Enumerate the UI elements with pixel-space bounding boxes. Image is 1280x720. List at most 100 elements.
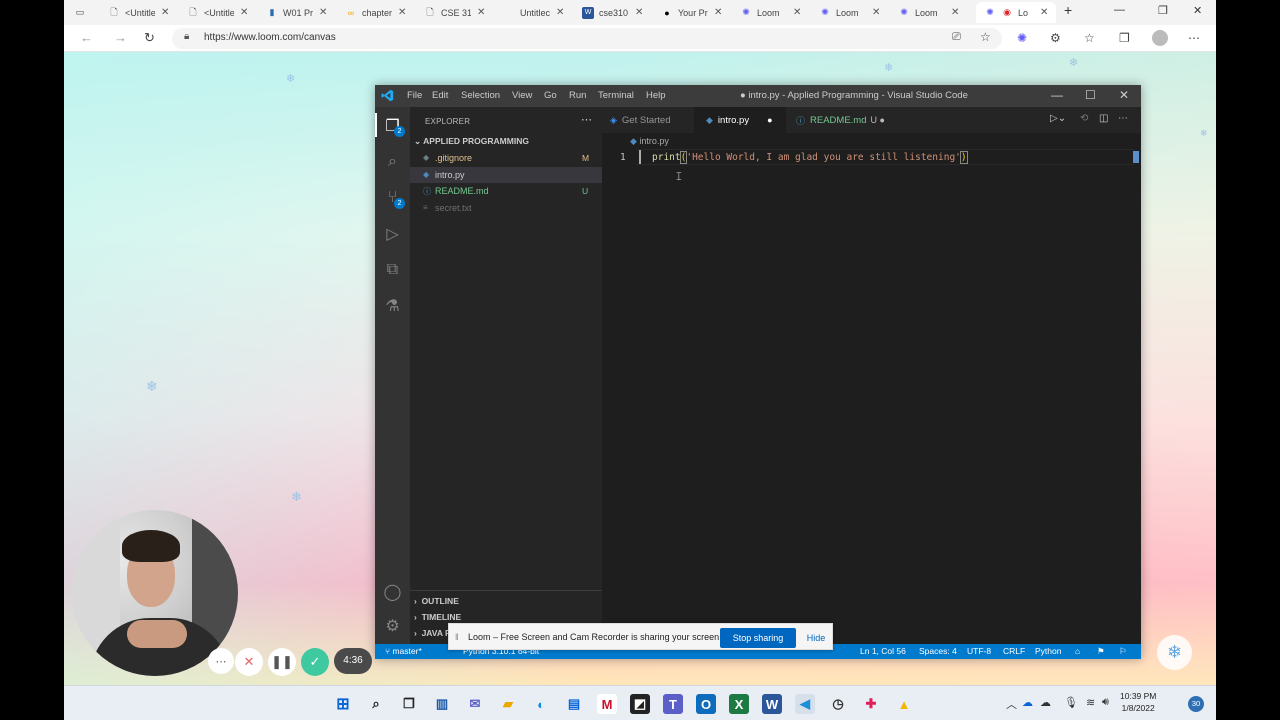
close-window-icon[interactable]: ✕ — [1119, 88, 1129, 102]
onedrive-icon[interactable]: ☁ — [1022, 696, 1033, 709]
favorites-icon[interactable]: ☆ — [1084, 31, 1095, 45]
close-window-icon[interactable]: ✕ — [1193, 4, 1202, 17]
browser-tab[interactable]: 🗋 CSE 31 ✕ — [416, 2, 485, 23]
close-icon[interactable]: ✕ — [161, 7, 169, 18]
close-icon[interactable]: ✕ — [1040, 7, 1048, 18]
extensions-icon[interactable]: ⚙ — [1050, 31, 1061, 45]
cancel-recording-icon[interactable]: ✕ — [235, 648, 263, 676]
language-mode[interactable]: Python — [1035, 646, 1061, 656]
split-editor-icon[interactable]: ◫ — [1099, 113, 1108, 124]
run-debug-icon[interactable]: ▷ — [382, 223, 403, 244]
testing-icon[interactable]: ⚗ — [382, 295, 403, 316]
restore-icon[interactable]: ❐ — [1158, 4, 1168, 17]
pause-icon[interactable]: ❚❚ — [268, 648, 296, 676]
tab-get-started[interactable]: ◈ Get Started — [602, 107, 694, 133]
search-icon[interactable]: ⌕ — [382, 151, 403, 172]
browser-tab[interactable]: 🗋 <Untitle ✕ — [179, 2, 248, 23]
chevron-up-icon[interactable]: ︿ — [1006, 696, 1017, 712]
cloud-icon[interactable]: ☁ — [1040, 696, 1051, 709]
more-icon[interactable]: ⋯ — [1188, 31, 1200, 45]
scrollbar[interactable] — [1133, 151, 1139, 163]
avatar[interactable] — [1152, 30, 1168, 46]
hide-button[interactable]: Hide — [802, 628, 830, 648]
maximize-icon[interactable]: ☐ — [1085, 88, 1096, 102]
browser-tab[interactable]: ● Your Pr ✕ — [653, 2, 722, 23]
menu-view[interactable]: View — [512, 90, 532, 101]
feedback-icon[interactable]: ⌂ — [1075, 646, 1080, 656]
vscode-taskbar-icon[interactable]: ◀ — [795, 694, 815, 714]
close-icon[interactable]: ✕ — [398, 7, 406, 18]
file-explorer-icon[interactable]: ▰ — [498, 694, 518, 714]
encoding[interactable]: UTF-8 — [967, 646, 991, 656]
run-icon[interactable]: ▷⌄ — [1050, 113, 1066, 124]
line-ending[interactable]: CRLF — [1003, 646, 1025, 656]
notification-badge[interactable]: 30 — [1188, 696, 1204, 712]
teams-icon[interactable]: T — [663, 694, 683, 714]
compare-icon[interactable]: ⟲ — [1080, 113, 1088, 124]
mcafee-icon[interactable]: M — [597, 694, 617, 714]
browser-tab[interactable]: Untitlec ✕ — [495, 2, 564, 23]
indentation[interactable]: Spaces: 4 — [919, 646, 957, 656]
finish-recording-icon[interactable]: ✓ — [301, 648, 329, 676]
clock-app-icon[interactable]: ◷ — [828, 694, 848, 714]
back-icon[interactable]: ← — [80, 30, 93, 45]
java-projects-section[interactable]: › JAVA P — [414, 628, 451, 638]
stop-sharing-button[interactable]: Stop sharing — [720, 628, 796, 648]
cursor-position[interactable]: Ln 1, Col 56 — [860, 646, 906, 656]
branch-status[interactable]: ⑂ master* — [385, 646, 422, 656]
browser-tab[interactable]: ▮ W01 Pr ✕ — [258, 2, 328, 23]
widgets-icon[interactable]: ▥ — [432, 694, 452, 714]
bell-icon[interactable]: ⚐ — [1119, 646, 1127, 657]
forward-icon[interactable]: → — [114, 30, 127, 45]
microphone-icon[interactable]: 🎙︎ — [1064, 696, 1078, 709]
tab-readme[interactable]: ⓘ README.md U ● — [786, 107, 898, 133]
file-readme[interactable]: ⓘ README.md U — [410, 183, 602, 199]
extensions-icon[interactable]: ⧉ — [382, 259, 403, 280]
chat-icon[interactable]: ✉ — [465, 694, 485, 714]
task-view-icon[interactable]: ❐ — [399, 694, 419, 714]
drive-icon[interactable]: ▲ — [894, 694, 914, 714]
close-icon[interactable]: ✕ — [872, 7, 880, 18]
drag-handle-icon[interactable]: ‖ — [455, 632, 459, 642]
clock[interactable]: 10:39 PM 1/8/2022 — [1120, 690, 1156, 714]
close-icon[interactable]: ✕ — [793, 7, 801, 18]
menu-selection[interactable]: Selection — [461, 90, 500, 101]
outline-section[interactable]: › OUTLINE — [414, 596, 459, 606]
loom-extension-icon[interactable]: ✺ — [1017, 31, 1027, 45]
code-line[interactable]: print('Hello World, I am glad you are st… — [652, 151, 968, 164]
favorite-icon[interactable]: ☆ — [980, 30, 991, 44]
menu-go[interactable]: Go — [544, 90, 557, 101]
slack-icon[interactable]: ✚ — [861, 694, 881, 714]
file-intro-py[interactable]: ◆ intro.py — [410, 167, 602, 183]
close-icon[interactable]: ✕ — [714, 7, 722, 18]
browser-tab[interactable]: ✺ Loom ✕ — [732, 2, 801, 23]
collections-icon[interactable]: ❐ — [1119, 31, 1130, 45]
close-icon[interactable]: ✕ — [635, 7, 643, 18]
menu-run[interactable]: Run — [569, 90, 586, 101]
timeline-section[interactable]: › TIMELINE — [414, 612, 461, 622]
browser-tab-active[interactable]: ✺ ◉ Lo ✕ — [976, 2, 1056, 23]
outlook-icon[interactable]: O — [696, 694, 716, 714]
excel-icon[interactable]: X — [729, 694, 749, 714]
browser-tab[interactable]: Wcse310 ✕ — [574, 2, 643, 23]
close-icon[interactable]: ✕ — [477, 7, 485, 18]
close-icon[interactable]: ✕ — [556, 7, 564, 18]
wifi-icon[interactable]: ≋ — [1086, 696, 1095, 709]
breadcrumb[interactable]: ◆ intro.py — [630, 136, 669, 147]
app-icon[interactable]: ◩ — [630, 694, 650, 714]
menu-edit[interactable]: Edit — [432, 90, 448, 101]
more-actions-icon[interactable]: ⋯ — [1118, 113, 1128, 124]
manage-gear-icon[interactable]: ⚙ — [382, 615, 403, 636]
store-icon[interactable]: ▤ — [564, 694, 584, 714]
browser-tab[interactable]: ✺ Loom ✕ — [890, 2, 959, 23]
word-icon[interactable]: W — [762, 694, 782, 714]
file-gitignore[interactable]: ◆ .gitignore M — [410, 150, 602, 166]
close-icon[interactable]: ✕ — [951, 7, 959, 18]
file-secret[interactable]: ≡ secret.txt — [410, 200, 602, 216]
minimize-icon[interactable]: — — [1114, 4, 1125, 16]
close-icon[interactable]: ✕ — [319, 7, 327, 18]
project-folder[interactable]: ⌄ APPLIED PROGRAMMING — [414, 136, 529, 147]
menu-terminal[interactable]: Terminal — [598, 90, 634, 101]
menu-help[interactable]: Help — [646, 90, 666, 101]
url-field[interactable]: 🔒︎ https://www.loom.com/canvas ⎚ ☆ — [172, 28, 1002, 49]
